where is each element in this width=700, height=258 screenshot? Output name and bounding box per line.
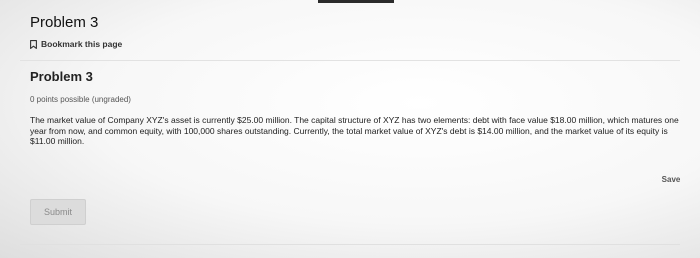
unit-title: Problem 3 — [30, 14, 99, 31]
save-button[interactable]: Save — [655, 172, 687, 186]
unit-header: Problem 3 Bookmark this page — [30, 14, 122, 49]
points-possible: 0 points possible (ungraded) — [30, 95, 131, 104]
bookmark-link[interactable]: Bookmark this page — [30, 39, 122, 49]
active-tab-indicator — [318, 0, 394, 3]
bookmark-icon — [30, 39, 37, 49]
problem-title: Problem 3 — [30, 69, 93, 84]
header-divider — [20, 60, 680, 61]
submit-button[interactable]: Submit — [30, 199, 86, 225]
footer-divider — [20, 244, 680, 245]
bookmark-label: Bookmark this page — [41, 39, 123, 49]
problem-block: Problem 3 0 points possible (ungraded) T… — [30, 69, 680, 147]
problem-text: The market value of Company XYZ's asset … — [30, 115, 679, 146]
